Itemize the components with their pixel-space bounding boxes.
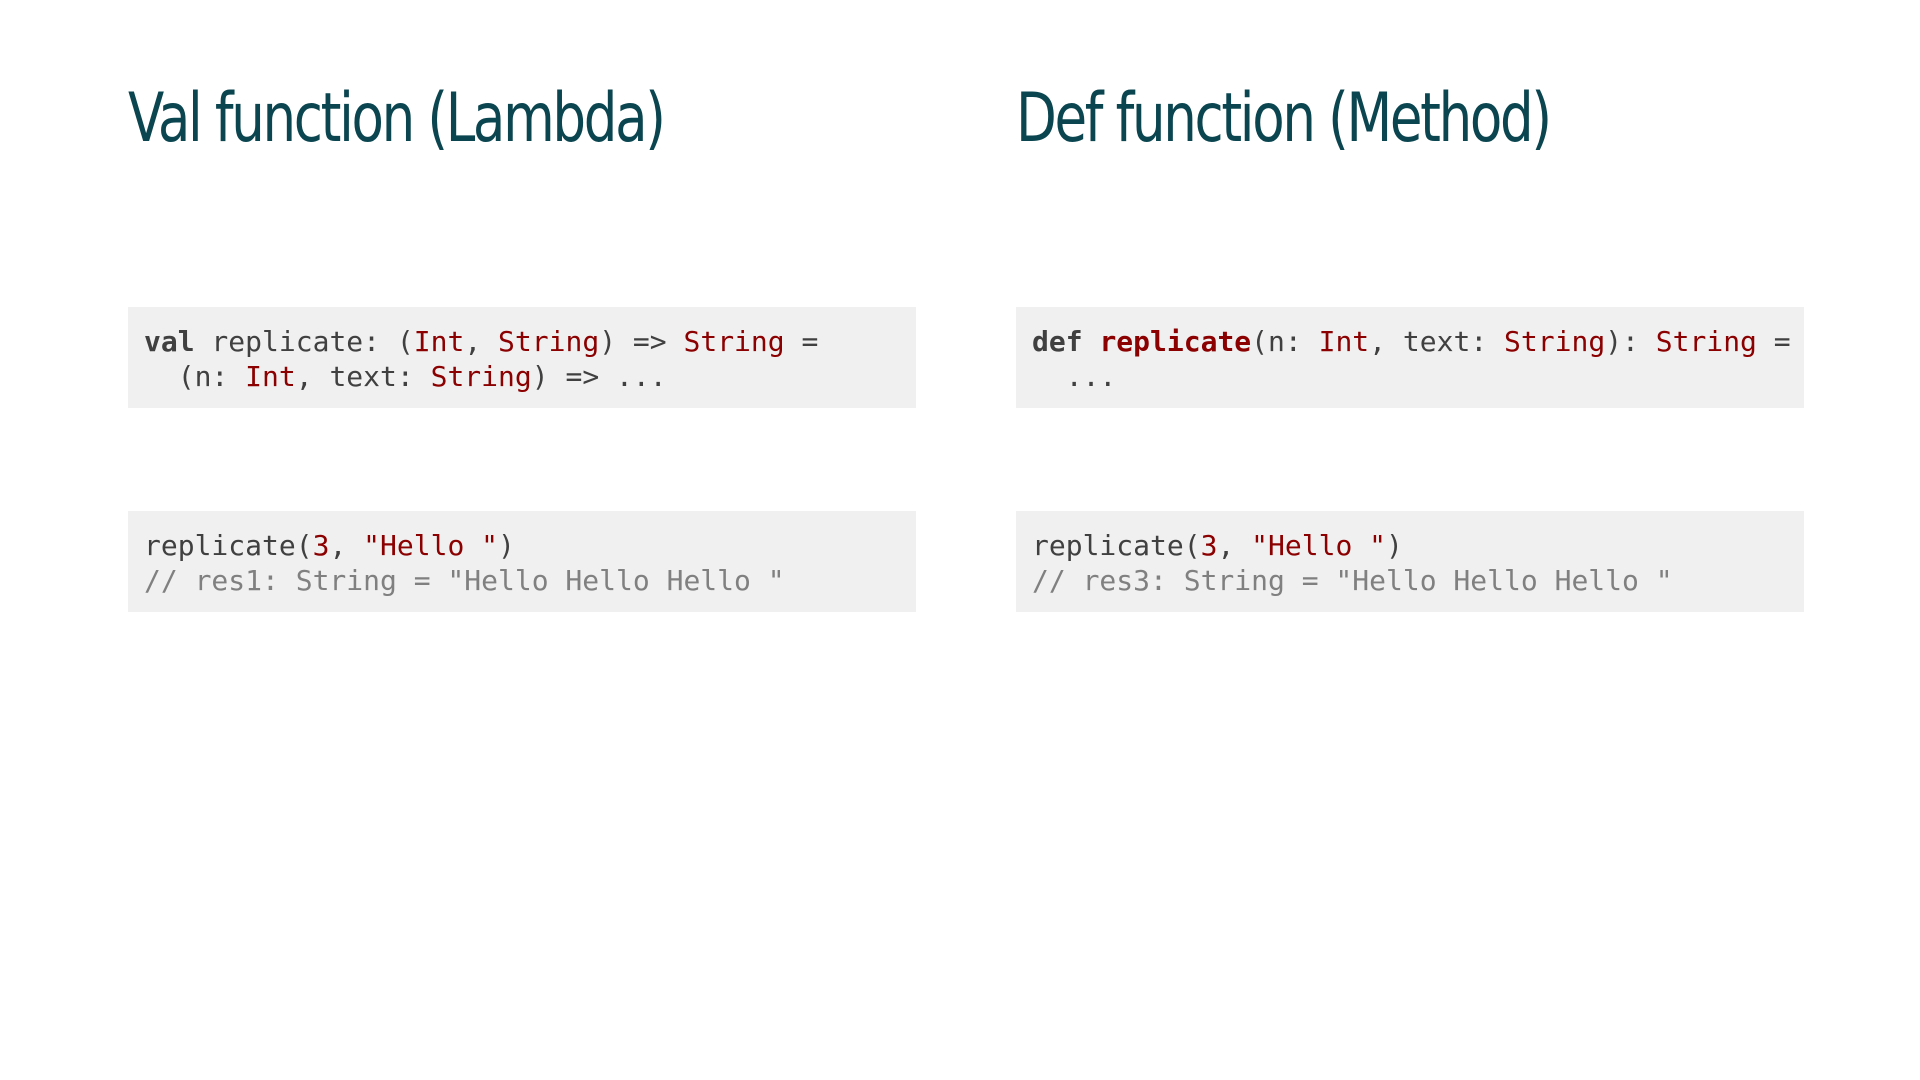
code-text: replicate: (	[194, 325, 414, 358]
code-line: (n: Int, text: String) => ...	[144, 359, 900, 394]
code-line: replicate(3, "Hello ")	[144, 528, 900, 563]
code-type: String	[683, 325, 785, 358]
code-block-val-call: replicate(3, "Hello ") // res1: String =…	[128, 511, 916, 612]
code-comment: // res1: String = "Hello Hello Hello "	[144, 564, 785, 597]
code-number: 3	[1200, 529, 1218, 562]
code-type: Int	[1318, 325, 1370, 358]
code-block-def-definition: def replicate(n: Int, text: String): Str…	[1016, 307, 1804, 408]
code-block-def-call: replicate(3, "Hello ") // res3: String =…	[1016, 511, 1804, 612]
code-line: def replicate(n: Int, text: String): Str…	[1032, 324, 1791, 359]
code-text: =	[784, 325, 819, 358]
code-text: , text:	[295, 360, 431, 393]
code-text: ,	[464, 325, 499, 358]
code-block-val-definition: val replicate: (Int, String) => String =…	[128, 307, 916, 408]
code-text: =	[1756, 325, 1791, 358]
code-keyword: val	[144, 325, 195, 358]
code-type: String	[498, 325, 600, 358]
slide-heading-right: Def function (Method)	[1016, 79, 1552, 158]
code-line: // res1: String = "Hello Hello Hello "	[144, 563, 900, 598]
code-text: replicate(	[144, 529, 313, 562]
code-line: replicate(3, "Hello ")	[1032, 528, 1788, 563]
code-text: )	[1386, 529, 1403, 562]
code-type: String	[1655, 325, 1757, 358]
code-text: (n:	[144, 360, 246, 393]
code-function-name: replicate	[1099, 325, 1252, 358]
code-number: 3	[312, 529, 330, 562]
code-text: ,	[1217, 529, 1252, 562]
code-line: // res3: String = "Hello Hello Hello "	[1032, 563, 1788, 598]
code-text: ):	[1605, 325, 1656, 358]
code-keyword: def	[1032, 325, 1083, 358]
code-string: "Hello "	[363, 529, 499, 562]
code-text: (n:	[1251, 325, 1319, 358]
code-type: String	[430, 360, 532, 393]
code-line: ...	[1032, 359, 1788, 394]
code-text: ...	[1032, 360, 1117, 393]
code-text: replicate(	[1032, 529, 1201, 562]
code-text: ,	[329, 529, 364, 562]
code-text: , text:	[1369, 325, 1505, 358]
code-type: Int	[245, 360, 296, 393]
code-text: ) =>	[599, 325, 684, 358]
slide-heading-left: Val function (Lambda)	[128, 79, 666, 158]
code-text: ) => ...	[531, 360, 667, 393]
code-string: "Hello "	[1251, 529, 1387, 562]
code-line: val replicate: (Int, String) => String =	[144, 324, 900, 359]
code-text: )	[498, 529, 515, 562]
code-comment: // res3: String = "Hello Hello Hello "	[1032, 564, 1673, 597]
code-type: String	[1504, 325, 1606, 358]
code-type: Int	[413, 325, 465, 358]
